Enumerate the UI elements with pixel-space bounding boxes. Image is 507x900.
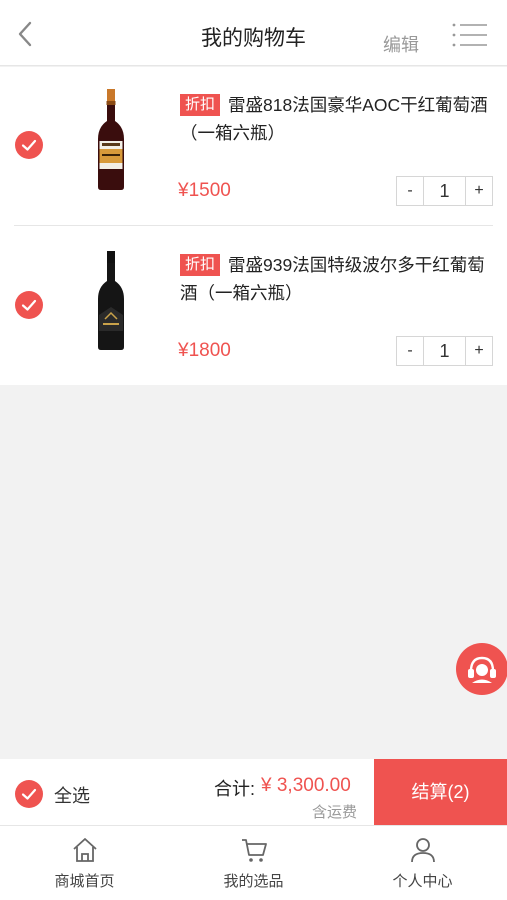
check-icon bbox=[21, 139, 37, 151]
wine-bottle-image bbox=[98, 251, 124, 350]
chevron-left-icon bbox=[18, 21, 32, 47]
discount-badge: 折扣 bbox=[180, 254, 221, 276]
list-menu-icon bbox=[452, 23, 487, 47]
tab-profile[interactable]: 个人中心 bbox=[338, 826, 507, 900]
header-bar: 我的购物车 编辑 bbox=[0, 0, 507, 66]
wine-bottle-image bbox=[98, 89, 124, 190]
customer-service-button[interactable] bbox=[456, 643, 507, 695]
tab-label: 商城首页 bbox=[54, 873, 115, 890]
total-label: 合计: bbox=[214, 779, 256, 799]
edit-button[interactable]: 编辑 bbox=[383, 31, 419, 57]
quantity-stepper: - 1 + bbox=[396, 176, 493, 206]
product-price: ¥1800 bbox=[178, 340, 231, 361]
product-image[interactable] bbox=[78, 247, 144, 351]
product-title[interactable]: 折扣 雷盛939法国特级波尔多干红葡萄酒（一箱六瓶） bbox=[180, 251, 492, 307]
quantity-value[interactable]: 1 bbox=[423, 337, 466, 365]
product-price: ¥1500 bbox=[178, 180, 231, 201]
decrease-button[interactable]: - bbox=[397, 177, 423, 205]
checkout-button[interactable]: 结算(2) bbox=[374, 759, 507, 825]
tab-label: 个人中心 bbox=[392, 873, 453, 890]
cart-list: 折扣 雷盛818法国豪华AOC干红葡萄酒（一箱六瓶） ¥1500 - 1 + 折扣… bbox=[0, 67, 507, 385]
user-icon bbox=[411, 838, 435, 863]
home-icon bbox=[73, 838, 97, 862]
product-title[interactable]: 折扣 雷盛818法国豪华AOC干红葡萄酒（一箱六瓶） bbox=[180, 91, 492, 147]
menu-button[interactable] bbox=[452, 23, 488, 47]
cart-item: 折扣 雷盛818法国豪华AOC干红葡萄酒（一箱六瓶） ¥1500 - 1 + bbox=[0, 67, 507, 226]
quantity-stepper: - 1 + bbox=[396, 336, 493, 366]
discount-badge: 折扣 bbox=[180, 94, 221, 116]
check-icon bbox=[21, 299, 37, 311]
check-icon bbox=[21, 788, 37, 800]
cart-icon bbox=[242, 839, 267, 862]
cart-item: 折扣 雷盛939法国特级波尔多干红葡萄酒（一箱六瓶） ¥1800 - 1 + bbox=[0, 227, 507, 386]
headset-icon bbox=[468, 656, 496, 683]
back-button[interactable] bbox=[14, 20, 38, 48]
item-checkbox[interactable] bbox=[15, 291, 43, 319]
item-checkbox[interactable] bbox=[15, 131, 43, 159]
checkout-bar: 全选 合计: ¥ 3,300.00 含运费 结算(2) bbox=[0, 759, 507, 825]
select-all-label[interactable]: 全选 bbox=[54, 782, 90, 808]
tab-label: 我的选品 bbox=[223, 873, 284, 890]
increase-button[interactable]: + bbox=[466, 337, 492, 365]
product-name: 雷盛939法国特级波尔多干红葡萄酒（一箱六瓶） bbox=[180, 255, 485, 303]
page-title: 我的购物车 bbox=[201, 27, 306, 50]
tab-my-selection[interactable]: 我的选品 bbox=[169, 826, 338, 900]
total-amount: ¥ 3,300.00 bbox=[261, 775, 351, 796]
increase-button[interactable]: + bbox=[466, 177, 492, 205]
decrease-button[interactable]: - bbox=[397, 337, 423, 365]
tab-home[interactable]: 商城首页 bbox=[0, 826, 169, 900]
bottom-tab-bar: 商城首页 我的选品 个人中心 bbox=[0, 825, 507, 900]
shipping-note: 含运费 bbox=[312, 804, 358, 821]
quantity-value[interactable]: 1 bbox=[423, 177, 466, 205]
product-name: 雷盛818法国豪华AOC干红葡萄酒（一箱六瓶） bbox=[180, 95, 488, 143]
select-all-checkbox[interactable] bbox=[15, 780, 43, 808]
divider bbox=[14, 225, 493, 226]
product-image[interactable] bbox=[78, 87, 144, 191]
